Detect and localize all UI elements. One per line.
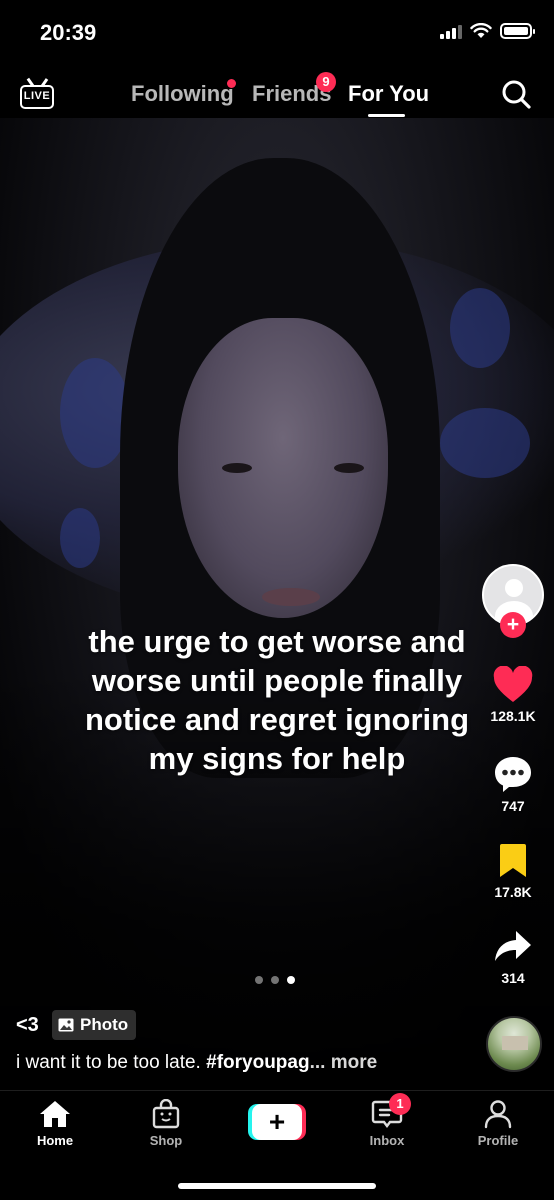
creator-avatar-button[interactable]: + <box>482 564 544 638</box>
carousel-dot[interactable] <box>271 976 279 984</box>
home-indicator <box>178 1183 376 1189</box>
status-icons <box>440 23 535 39</box>
description-text: i want it to be too late. <box>16 1052 207 1073</box>
share-arrow-icon <box>495 931 531 961</box>
sound-disc-thumbnail[interactable] <box>486 1016 542 1072</box>
hashtag-link[interactable]: #foryoupag <box>206 1052 309 1073</box>
wifi-icon <box>470 23 492 38</box>
friends-badge: 9 <box>316 72 336 92</box>
live-button[interactable]: LIVE <box>20 78 56 110</box>
like-count: 128.1K <box>490 708 536 724</box>
home-icon <box>40 1101 70 1127</box>
following-new-dot <box>227 79 236 88</box>
battery-icon <box>500 23 535 39</box>
pattern-spot <box>440 408 530 478</box>
photo-overlay-text: the urge to get worse and worse until pe… <box>84 624 470 776</box>
eye <box>334 463 364 473</box>
more-link[interactable]: ... more <box>310 1052 378 1073</box>
search-icon[interactable] <box>500 78 532 110</box>
status-time: 20:39 <box>40 20 97 45</box>
pattern-spot <box>450 288 510 368</box>
photo-mode-tag[interactable]: Photo <box>52 1010 137 1040</box>
active-tab-indicator <box>368 114 405 117</box>
tab-inbox[interactable]: 1 Inbox <box>347 1093 427 1148</box>
image-icon <box>58 1018 74 1032</box>
plus-icon: + <box>252 1104 302 1140</box>
tab-for-you[interactable]: For You <box>348 81 429 107</box>
save-count: 17.8K <box>494 884 532 900</box>
tab-profile[interactable]: Profile <box>458 1099 538 1148</box>
comment-button[interactable]: 747 <box>480 754 546 814</box>
like-button[interactable]: 128.1K <box>480 666 546 724</box>
tab-home-label: Home <box>36 1133 74 1148</box>
profile-icon <box>484 1100 512 1129</box>
tab-home[interactable]: Home <box>15 1099 95 1148</box>
photo-carousel-dots <box>255 976 295 984</box>
heart-icon <box>493 666 533 702</box>
tab-shop-label: Shop <box>149 1133 183 1148</box>
post-author-name[interactable]: <3 <box>16 1014 39 1037</box>
post-description[interactable]: i want it to be too late. #foryoupag... … <box>16 1052 377 1074</box>
pattern-spot <box>60 508 100 568</box>
comment-icon <box>495 757 531 792</box>
share-button[interactable]: 314 <box>480 928 546 986</box>
save-button[interactable]: 17.8K <box>480 842 546 900</box>
mouth <box>262 588 320 606</box>
share-count: 314 <box>501 970 525 986</box>
bookmark-icon <box>500 844 526 877</box>
tab-shop[interactable]: Shop <box>126 1099 206 1148</box>
inbox-badge: 1 <box>389 1093 411 1115</box>
follow-plus-icon[interactable]: + <box>500 612 526 638</box>
top-nav: LIVE Following Friends 9 For You <box>0 64 554 120</box>
shopping-bag-icon <box>152 1099 180 1129</box>
eye <box>222 463 252 473</box>
cellular-signal-icon <box>440 24 462 39</box>
carousel-dot-active[interactable] <box>287 976 295 984</box>
post-photo[interactable] <box>0 118 554 1090</box>
create-post-button[interactable]: + <box>248 1104 306 1140</box>
tab-profile-label: Profile <box>477 1133 519 1148</box>
live-label: LIVE <box>20 85 54 109</box>
tab-inbox-label: Inbox <box>369 1133 405 1148</box>
carousel-dot[interactable] <box>255 976 263 984</box>
status-bar: 20:39 <box>0 0 554 64</box>
comment-count: 747 <box>501 798 525 814</box>
tab-following[interactable]: Following <box>131 81 234 107</box>
photo-tag-label: Photo <box>80 1015 129 1034</box>
